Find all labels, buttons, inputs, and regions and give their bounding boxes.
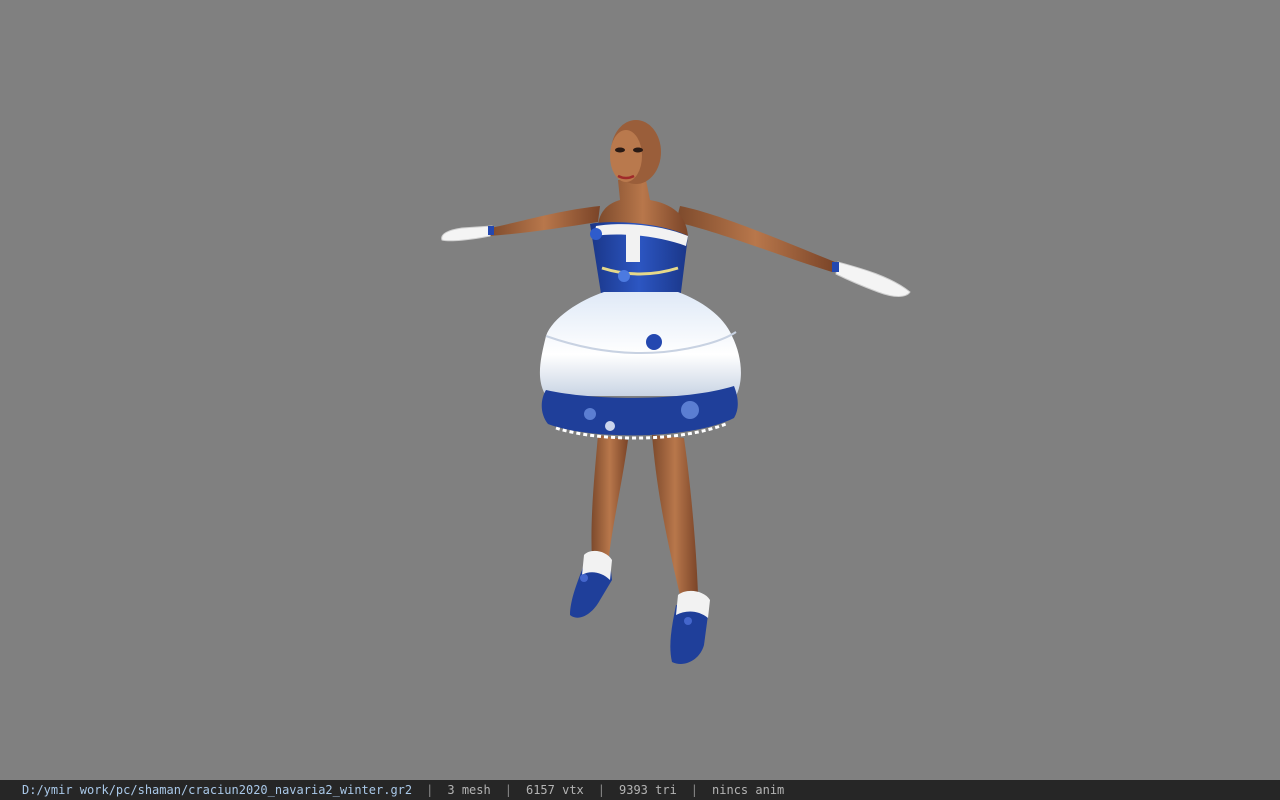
left-glove bbox=[441, 225, 493, 242]
head bbox=[610, 120, 661, 184]
animation-status: nincs anim bbox=[712, 783, 785, 797]
right-glove bbox=[835, 261, 911, 297]
file-path: D:/ymir work/pc/shaman/craciun2020_navar… bbox=[22, 783, 413, 797]
character-model bbox=[441, 120, 911, 665]
triangle-count: 9393 tri bbox=[619, 783, 677, 797]
status-bar: D:/ymir work/pc/shaman/craciun2020_navar… bbox=[0, 780, 1280, 800]
vertex-count: 6157 vtx bbox=[525, 783, 584, 797]
left-shoe bbox=[570, 550, 612, 618]
right-shoe bbox=[670, 590, 710, 665]
status-separator: | bbox=[597, 783, 605, 797]
3d-viewport[interactable] bbox=[0, 0, 1280, 780]
status-separator: | bbox=[504, 783, 512, 797]
status-separator: | bbox=[690, 783, 699, 797]
right-arm bbox=[676, 206, 911, 297]
mesh-count: 3 mesh bbox=[447, 783, 491, 797]
status-separator: | bbox=[426, 783, 434, 797]
bodice bbox=[590, 222, 688, 300]
skirt bbox=[539, 292, 741, 440]
left-arm bbox=[441, 206, 600, 242]
